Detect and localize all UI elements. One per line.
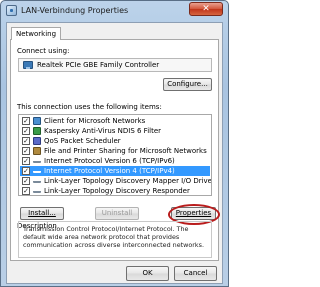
item-checkbox[interactable]: ✓ bbox=[22, 177, 30, 185]
title-bar[interactable]: LAN-Verbindung Properties ✕ bbox=[1, 1, 228, 21]
item-checkbox[interactable]: ✓ bbox=[22, 157, 30, 165]
adapter-field: Realtek PCIe GBE Family Controller bbox=[18, 58, 212, 72]
item-checkbox[interactable]: ✓ bbox=[22, 147, 30, 155]
uninstall-button[interactable]: Uninstall bbox=[95, 207, 139, 220]
connection-items-list[interactable]: ✓ Client for Microsoft Networks ✓ Kasper… bbox=[18, 114, 212, 196]
description-group: Transmission Control Protocol/Internet P… bbox=[18, 221, 212, 258]
item-label: QoS Packet Scheduler bbox=[44, 137, 121, 145]
properties-dialog: LAN-Verbindung Properties ✕ Networking C… bbox=[0, 0, 229, 287]
item-checkbox[interactable]: ✓ bbox=[22, 187, 30, 195]
configure-button[interactable]: Configure... bbox=[163, 78, 212, 91]
item-label: Kaspersky Anti-Virus NDIS 6 Filter bbox=[44, 127, 162, 135]
antivirus-filter-icon bbox=[33, 127, 41, 135]
item-label: Internet Protocol Version 6 (TCP/IPv6) bbox=[44, 157, 175, 165]
list-item-client-networks[interactable]: ✓ Client for Microsoft Networks bbox=[20, 116, 210, 126]
items-label: This connection uses the following items… bbox=[17, 103, 162, 111]
network-adapter-icon bbox=[23, 61, 33, 69]
item-checkbox[interactable]: ✓ bbox=[22, 137, 30, 145]
close-icon: ✕ bbox=[202, 4, 210, 14]
connect-using-label: Connect using: bbox=[17, 47, 70, 55]
file-sharing-icon bbox=[33, 147, 41, 155]
network-connection-icon bbox=[6, 5, 17, 16]
item-label: Link-Layer Topology Discovery Responder bbox=[44, 187, 190, 195]
ok-button[interactable]: OK bbox=[126, 266, 169, 281]
networking-panel: Connect using: Realtek PCIe GBE Family C… bbox=[10, 39, 220, 261]
network-client-icon bbox=[33, 117, 41, 125]
item-label: Internet Protocol Version 4 (TCP/IPv4) bbox=[44, 167, 175, 175]
cancel-button[interactable]: Cancel bbox=[174, 266, 217, 281]
list-item-lltd-mapper[interactable]: ✓ Link-Layer Topology Discovery Mapper I… bbox=[20, 176, 212, 186]
protocol-icon bbox=[33, 160, 41, 163]
dialog-client-area: Networking Connect using: Realtek PCIe G… bbox=[6, 22, 223, 284]
close-button[interactable]: ✕ bbox=[189, 2, 223, 16]
qos-scheduler-icon bbox=[33, 137, 41, 145]
item-checkbox[interactable]: ✓ bbox=[22, 117, 30, 125]
adapter-name: Realtek PCIe GBE Family Controller bbox=[37, 61, 160, 69]
list-item-file-sharing[interactable]: ✓ File and Printer Sharing for Microsoft… bbox=[20, 146, 210, 156]
list-item-ipv6[interactable]: ✓ Internet Protocol Version 6 (TCP/IPv6) bbox=[20, 156, 210, 166]
item-checkbox[interactable]: ✓ bbox=[22, 127, 30, 135]
item-checkbox[interactable]: ✓ bbox=[22, 167, 30, 175]
protocol-icon bbox=[33, 180, 41, 183]
window-title: LAN-Verbindung Properties bbox=[21, 6, 129, 15]
item-label: File and Printer Sharing for Microsoft N… bbox=[44, 147, 207, 155]
list-item-qos-scheduler[interactable]: ✓ QoS Packet Scheduler bbox=[20, 136, 210, 146]
list-item-ipv4[interactable]: ✓ Internet Protocol Version 4 (TCP/IPv4) bbox=[20, 166, 210, 176]
item-label: Client for Microsoft Networks bbox=[44, 117, 146, 125]
list-item-antivirus-filter[interactable]: ✓ Kaspersky Anti-Virus NDIS 6 Filter bbox=[20, 126, 210, 136]
properties-button[interactable]: Properties bbox=[171, 207, 216, 220]
install-button[interactable]: Install... bbox=[20, 207, 64, 220]
tab-networking[interactable]: Networking bbox=[11, 27, 62, 40]
list-item-lltd-responder[interactable]: ✓ Link-Layer Topology Discovery Responde… bbox=[20, 186, 210, 195]
item-label: Link-Layer Topology Discovery Mapper I/O… bbox=[44, 177, 212, 185]
protocol-icon bbox=[33, 170, 41, 173]
description-text: Transmission Control Protocol/Internet P… bbox=[23, 225, 204, 249]
protocol-icon bbox=[33, 190, 41, 193]
